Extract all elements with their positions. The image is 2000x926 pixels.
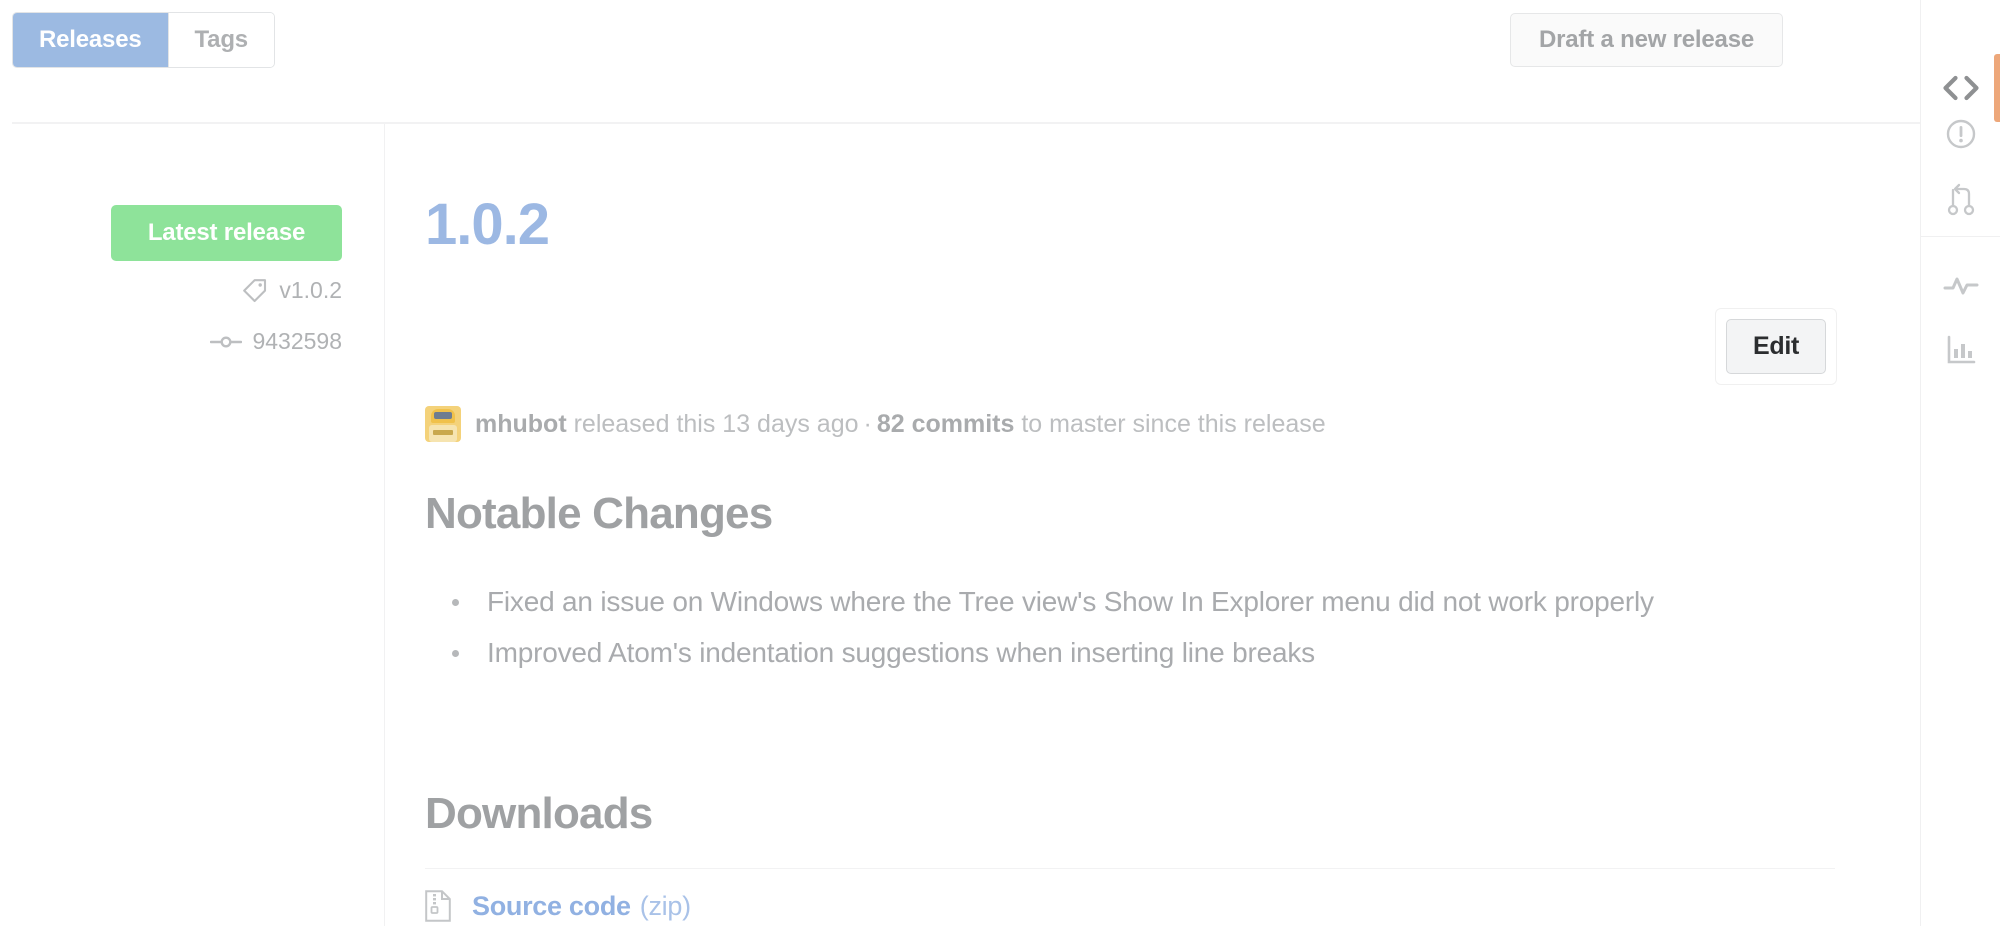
file-zip-icon — [425, 890, 472, 922]
release-tag-link[interactable]: v1.0.2 — [241, 276, 342, 304]
notable-changes-heading-label: Notable Changes — [425, 489, 773, 538]
draft-new-release-button[interactable]: Draft a new release — [1510, 13, 1783, 67]
notable-changes-list: Fixed an issue on Windows where the Tree… — [425, 576, 1785, 678]
commits-count-link[interactable]: 82 commits — [877, 410, 1015, 439]
graph-icon — [1946, 335, 1976, 365]
list-item: Fixed an issue on Windows where the Tree… — [425, 576, 1785, 627]
edit-release-button[interactable]: Edit — [1725, 319, 1826, 374]
tab-tags-label: Tags — [194, 26, 249, 53]
release-metadata: mhubot released this 13 days ago · 82 co… — [425, 406, 1326, 442]
latest-release-label: Latest release — [147, 219, 306, 246]
issue-opened-icon — [1945, 118, 1977, 150]
git-pull-request-icon — [1946, 182, 1976, 216]
release-version-title[interactable]: 1.0.2 — [425, 196, 550, 254]
rail-divider — [1921, 236, 2000, 237]
released-this-text: released this — [573, 409, 716, 438]
mhubot-avatar[interactable] — [425, 406, 461, 442]
latest-release-badge[interactable]: Latest release — [111, 205, 342, 261]
tag-icon — [241, 276, 269, 304]
release-commit-link[interactable]: 9432598 — [210, 328, 342, 355]
repo-nav-rail — [1920, 0, 2000, 926]
downloads-heading: Downloads — [425, 789, 653, 838]
release-tabs: Releases Tags — [12, 12, 275, 68]
notable-changes-heading: Notable Changes — [425, 489, 773, 538]
rail-item-pulse[interactable] — [1921, 252, 2000, 320]
release-body: 1.0.2 mhubot released this 13 days ago ·… — [384, 124, 1920, 926]
release-author-link[interactable]: mhubot — [475, 410, 567, 439]
rail-item-graphs[interactable] — [1921, 316, 2000, 384]
code-icon — [1943, 75, 1979, 101]
download-asset-ext: (zip) — [639, 890, 691, 921]
rail-item-pull-requests[interactable] — [1921, 165, 2000, 233]
download-asset-name: Source code — [472, 890, 631, 921]
change-item-text: Improved Atom's indentation suggestions … — [487, 637, 1315, 668]
tab-releases-label: Releases — [39, 26, 142, 53]
pulse-icon — [1943, 274, 1979, 298]
download-asset-row[interactable]: Source code (zip) — [425, 868, 1835, 926]
tab-tags[interactable]: Tags — [168, 13, 274, 67]
commits-suffix-text: to master since this release — [1021, 409, 1326, 438]
release-relative-time: 13 days ago — [722, 409, 859, 438]
rail-item-issues[interactable] — [1921, 100, 2000, 168]
releases-page: Releases Tags Draft a new release Latest… — [0, 0, 2000, 926]
release-commit-label: 9432598 — [252, 328, 342, 354]
meta-separator: · — [863, 409, 872, 438]
edit-button-wrapper: Edit — [1715, 309, 1836, 384]
git-commit-icon — [210, 333, 243, 351]
downloads-heading-label: Downloads — [425, 789, 653, 838]
release-tag-label: v1.0.2 — [279, 276, 342, 303]
change-item-text: Fixed an issue on Windows where the Tree… — [487, 586, 1654, 617]
edit-release-label: Edit — [1752, 332, 1799, 360]
tab-releases[interactable]: Releases — [13, 13, 168, 67]
downloads-list: Source code (zip) Source code (tar.gz) — [425, 868, 1835, 926]
page-header: Releases Tags Draft a new release — [0, 0, 1920, 124]
draft-new-release-label: Draft a new release — [1539, 26, 1754, 53]
release-sidebar: Latest release v1.0.2 9432598 — [0, 124, 383, 926]
list-item: Improved Atom's indentation suggestions … — [425, 627, 1785, 678]
release-version-label: 1.0.2 — [425, 192, 550, 257]
